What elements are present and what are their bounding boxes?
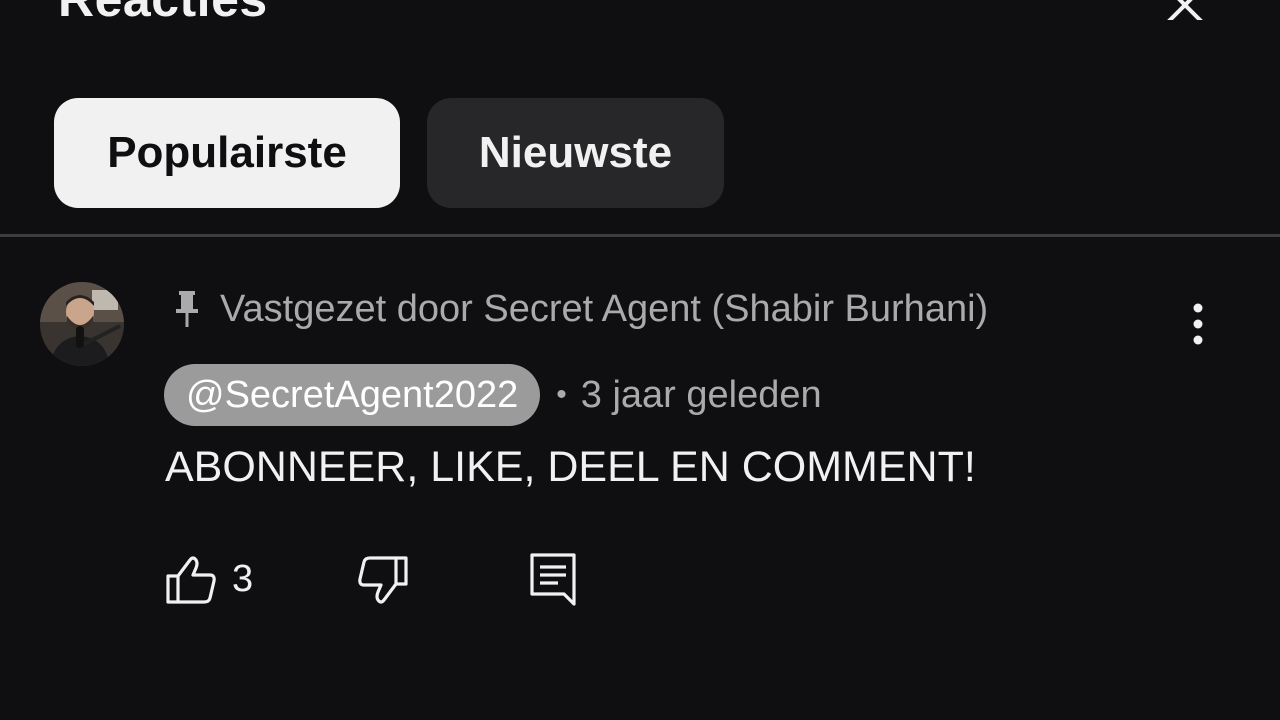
comment-body: ABONNEER, LIKE, DEEL EN COMMENT! xyxy=(165,443,976,491)
pinned-label: Vastgezet door Secret Agent (Shabir Burh… xyxy=(170,284,988,334)
comments-panel: Reacties Populairste Nieuwste Vast xyxy=(0,0,1280,720)
reply-icon xyxy=(530,553,576,606)
thumbs-up-icon xyxy=(166,556,216,604)
reply-button[interactable] xyxy=(526,550,580,608)
divider xyxy=(0,234,1280,237)
thumbs-down-icon xyxy=(358,556,408,604)
dislike-button[interactable] xyxy=(354,552,410,608)
pin-icon xyxy=(176,291,198,327)
avatar-image xyxy=(40,282,124,366)
like-button[interactable] xyxy=(164,552,220,608)
comment-timestamp[interactable]: 3 jaar geleden xyxy=(581,374,822,417)
like-count: 3 xyxy=(232,558,254,600)
more-options-button[interactable] xyxy=(1180,300,1216,348)
close-button[interactable] xyxy=(1150,0,1220,30)
sort-chip-popular[interactable]: Populairste xyxy=(54,98,400,208)
comment-meta: @SecretAgent2022 • 3 jaar geleden xyxy=(164,364,822,426)
pinned-text: Vastgezet door Secret Agent (Shabir Burh… xyxy=(220,287,989,330)
avatar[interactable] xyxy=(40,282,124,366)
author-handle[interactable]: @SecretAgent2022 xyxy=(164,364,541,426)
separator-dot: • xyxy=(556,378,567,411)
sort-chip-newest[interactable]: Nieuwste xyxy=(427,98,724,208)
more-vertical-icon xyxy=(1193,303,1203,345)
close-icon xyxy=(1160,0,1210,30)
panel-title: Reacties xyxy=(58,0,268,28)
